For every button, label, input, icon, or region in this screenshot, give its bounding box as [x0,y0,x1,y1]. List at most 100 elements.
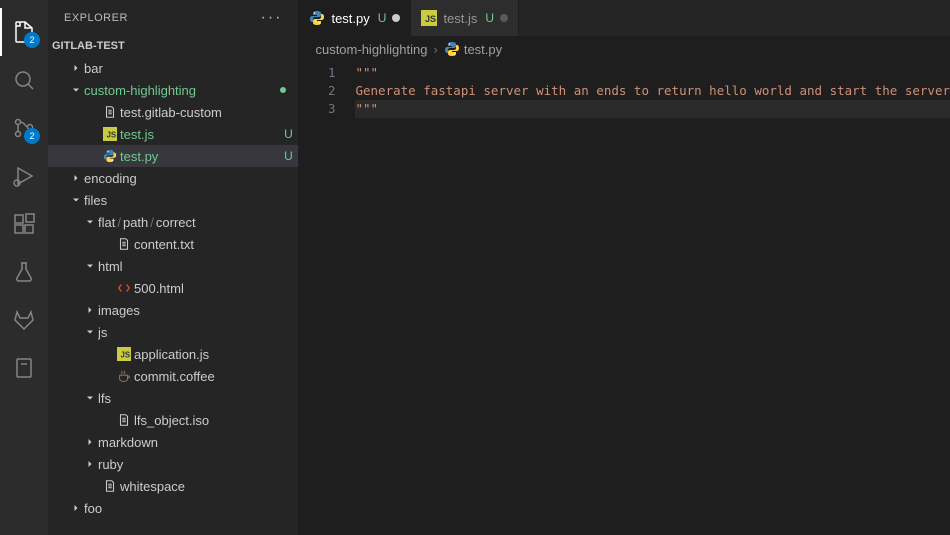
testing-activity[interactable] [0,248,48,296]
chevron-right-icon [82,458,98,470]
breadcrumb-folder: custom-highlighting [315,42,427,57]
gitlab-activity[interactable] [0,296,48,344]
activity-bar: 2 2 [0,0,48,535]
folder-item[interactable]: encoding [48,167,298,189]
folder-item[interactable]: files [48,189,298,211]
tree-item-label: markdown [98,435,298,450]
explorer-badge: 2 [24,32,40,48]
line-number: 3 [299,100,335,118]
tree-item-label: lfs_object.iso [134,413,298,428]
tree-item-label: test.gitlab-custom [120,105,298,120]
file-tree: GITLAB-TEST bar custom-highlighting test.g… [48,35,298,535]
tree-item-label: 500.html [134,281,298,296]
tree-root[interactable]: GITLAB-TEST [48,35,298,57]
code-line[interactable]: Generate fastapi server with an ends to … [355,82,950,100]
folder-item[interactable]: js [48,321,298,343]
file-item[interactable]: commit.coffee [48,365,298,387]
sidebar-header: EXPLORER ··· [48,0,298,35]
tree-item-label: application.js [134,347,298,362]
root-label: GITLAB-TEST [52,40,125,52]
coffee-icon [114,369,134,383]
folder-item[interactable]: markdown [48,431,298,453]
code-line[interactable]: """ [355,64,950,82]
code-line[interactable]: """ [355,100,950,118]
editor-tab[interactable]: JStest.jsU [411,0,519,36]
flask-icon [12,260,36,284]
scm-badge: 2 [24,128,40,144]
debug-icon [12,164,36,188]
file-item[interactable]: 500.html [48,277,298,299]
file-item[interactable]: whitespace [48,475,298,497]
search-icon [12,68,36,92]
file-item[interactable]: test.pyU [48,145,298,167]
tree-item-label: whitespace [120,479,298,494]
html-icon [114,281,134,295]
line-number: 1 [299,64,335,82]
js-icon: JS [114,347,134,361]
tree-item-label: test.py [120,149,278,164]
py-icon [100,149,120,163]
chevron-down-icon [82,216,98,228]
sidebar-title: EXPLORER [64,12,128,24]
sidebar-more-button[interactable]: ··· [260,9,282,27]
tree-item-label: lfs [98,391,298,406]
folder-item[interactable]: ruby [48,453,298,475]
folder-item[interactable]: custom-highlighting [48,79,298,101]
tab-git-status: U [485,11,494,25]
file-item[interactable]: JSapplication.js [48,343,298,365]
tree-item-label: custom-highlighting [84,83,298,98]
chevron-down-icon [82,260,98,272]
line-numbers: 123 [299,62,355,535]
extensions-icon [12,212,36,236]
gitlab-icon [12,308,36,332]
folder-item[interactable]: lfs [48,387,298,409]
folder-item[interactable]: images [48,299,298,321]
code-area[interactable]: """Generate fastapi server with an ends … [355,62,950,535]
tree-item-label: bar [84,61,298,76]
folder-item[interactable]: html [48,255,298,277]
editor-tab[interactable]: test.pyU [299,0,411,36]
tree-item-label: commit.coffee [134,369,298,384]
tree-item-label: encoding [84,171,298,186]
editor-group: test.pyUJStest.jsU custom-highlighting ›… [299,0,950,535]
search-activity[interactable] [0,56,48,104]
tree-item-label: flat/path/correct [98,215,298,230]
extensions-activity[interactable] [0,200,48,248]
tree-item-label: files [84,193,298,208]
scm-activity[interactable]: 2 [0,104,48,152]
tree-item-label: foo [84,501,298,516]
tree-item-label: images [98,303,298,318]
folder-item[interactable]: flat/path/correct [48,211,298,233]
js-icon: JS [421,10,437,26]
dirty-indicator-icon [500,14,508,22]
svg-text:JS: JS [121,351,131,360]
explorer-sidebar: EXPLORER ··· GITLAB-TEST bar custom-highl… [48,0,299,535]
tab-label: test.py [331,11,369,26]
txt-icon [100,105,120,119]
git-status: U [278,149,298,163]
folder-item[interactable]: bar [48,57,298,79]
file-item[interactable]: test.gitlab-custom [48,101,298,123]
file-item[interactable]: lfs_object.iso [48,409,298,431]
explorer-activity[interactable]: 2 [0,8,48,56]
chevron-right-icon [68,172,84,184]
folder-item[interactable]: foo [48,497,298,519]
file-item[interactable]: content.txt [48,233,298,255]
py-icon [309,10,325,26]
chevron-down-icon [68,194,84,206]
txt-icon [100,479,120,493]
chevron-down-icon [82,392,98,404]
txt-icon [114,237,134,251]
editor[interactable]: 123 """Generate fastapi server with an e… [299,62,950,535]
svg-text:JS: JS [107,131,117,140]
line-number: 2 [299,82,335,100]
tree-item-label: js [98,325,298,340]
git-status: U [278,127,298,141]
debug-activity[interactable] [0,152,48,200]
txt-icon [114,413,134,427]
explorer-view-activity[interactable] [0,344,48,392]
breadcrumbs[interactable]: custom-highlighting › test.py [299,36,950,62]
js-icon: JS [100,127,120,141]
tree-item-label: content.txt [134,237,298,252]
file-item[interactable]: JStest.jsU [48,123,298,145]
